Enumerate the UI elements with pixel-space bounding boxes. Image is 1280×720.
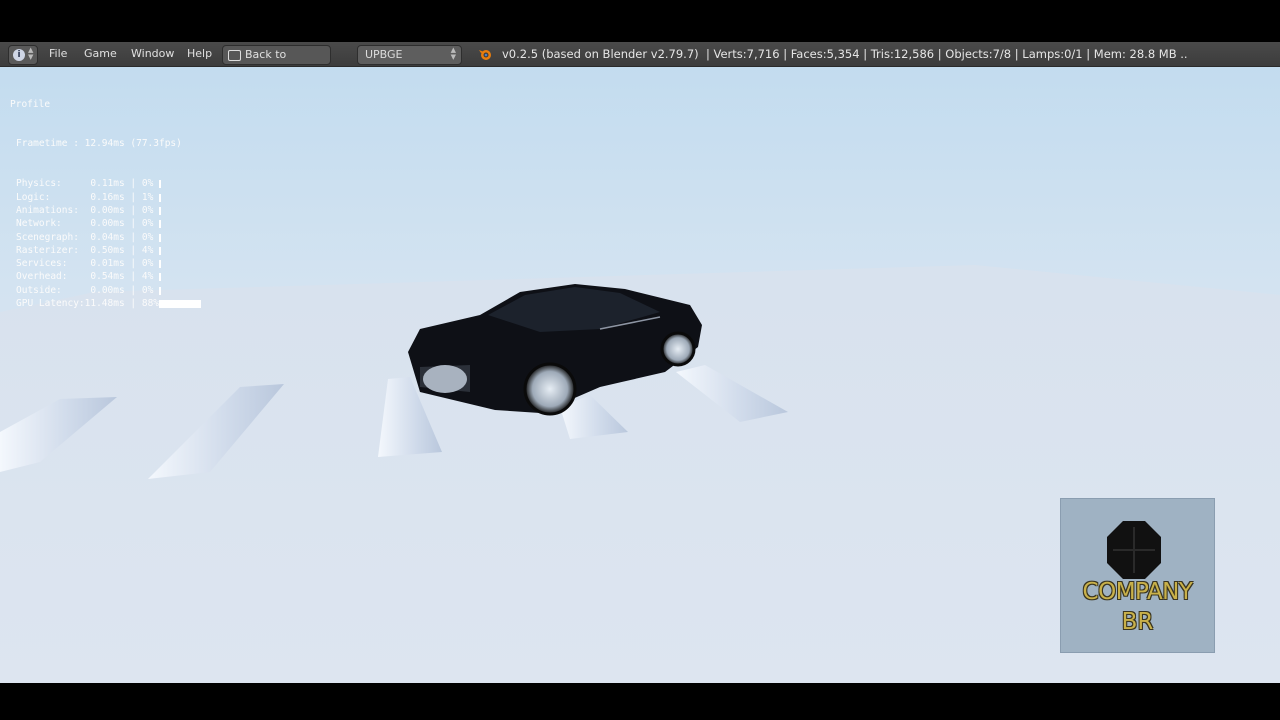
bottom-letterbox — [0, 683, 1280, 720]
profile-row: Logic: 0.16ms | 1% — [10, 191, 182, 204]
version-text: v0.2.5 (based on Blender v2.79.7) — [502, 47, 699, 61]
profile-row-label: Physics: — [16, 178, 62, 190]
profile-row-gap — [50, 192, 90, 203]
profile-overlay: Profile Frametime : 12.94ms (77.3fps) Ph… — [10, 71, 201, 337]
frametime-text: Frametime : 12.94ms (77.3fps) — [16, 138, 182, 150]
profile-row-gap — [79, 232, 90, 243]
profile-row-separator: | — [124, 284, 142, 296]
profile-row: Scenegraph: 0.04ms | 0% — [10, 231, 182, 244]
profile-row-label: Services: — [16, 258, 68, 270]
profile-row-gap — [67, 271, 90, 282]
menu-window[interactable]: Window — [131, 42, 174, 66]
back-to-previous-button[interactable]: Back to Previous — [222, 45, 331, 79]
profile-row-bar — [159, 286, 161, 295]
profile-row-bar — [159, 206, 161, 215]
profile-row: GPU Latency:11.48ms | 88% — [10, 297, 201, 310]
profile-row-label: Rasterizer: — [16, 244, 79, 256]
logo-text-line2: BR — [1121, 609, 1154, 635]
profile-row-separator: | — [124, 191, 142, 203]
profile-row: Outside: 0.00ms | 0% — [10, 284, 182, 297]
scene-stats: v0.2.5 (based on Blender v2.79.7) | Vert… — [502, 42, 1188, 66]
profile-row-percent: 0% — [141, 231, 154, 243]
profile-row-gap — [62, 218, 91, 229]
profile-rows: Physics: 0.11ms | 0% Logic: 0.16ms | 1% An… — [10, 177, 201, 310]
profile-row: Network: 0.00ms | 0% — [10, 217, 182, 230]
profile-row: Overhead: 0.54ms | 4% — [10, 270, 182, 283]
profile-row-percent: 0% — [141, 178, 154, 190]
profile-row-gap — [62, 285, 91, 296]
profile-row-separator: | — [124, 244, 142, 256]
profile-row-time: 0.00ms — [90, 218, 125, 230]
profile-row-percent: 4% — [141, 271, 154, 283]
profile-row-label: Outside: — [16, 284, 62, 296]
profile-row-time: 0.00ms — [90, 284, 125, 296]
profile-row-separator: | — [124, 218, 142, 230]
profile-row-gap — [67, 258, 90, 269]
profile-row-percent: 1% — [141, 191, 154, 203]
profile-row: Physics: 0.11ms | 0% — [10, 177, 182, 190]
menu-game[interactable]: Game — [84, 42, 117, 66]
profile-row-bar — [159, 233, 161, 242]
top-letterbox — [0, 0, 1280, 42]
profile-row-bar — [159, 300, 201, 309]
profile-row-gap — [79, 245, 90, 256]
profile-row-time: 11.48ms — [84, 298, 125, 310]
game-viewport[interactable]: Profile Frametime : 12.94ms (77.3fps) Ph… — [0, 67, 1280, 683]
profile-row-percent: 4% — [141, 244, 154, 256]
profile-row-time: 0.00ms — [90, 204, 125, 216]
profile-row-bar — [159, 220, 161, 229]
logo-text-line1: COMPANY — [1082, 579, 1193, 605]
profile-row-label: Network: — [16, 218, 62, 230]
company-logo: COMPANY BR — [1060, 498, 1215, 653]
octagon-logo-icon — [1107, 521, 1161, 579]
stats-text: | Verts:7,716 | Faces:5,354 | Tris:12,58… — [705, 47, 1188, 61]
profile-row: Animations: 0.00ms | 0% — [10, 204, 182, 217]
profile-row-percent: 0% — [141, 218, 154, 230]
profile-row-label: Scenegraph: — [16, 231, 79, 243]
up-down-arrows-icon: ▲ ▼ — [450, 46, 456, 61]
profile-row-bar — [159, 273, 161, 282]
profile-row-separator: | — [124, 298, 142, 310]
profile-row-gap — [62, 178, 91, 189]
profile-row-separator: | — [124, 178, 142, 190]
profile-row-time: 0.54ms — [90, 271, 125, 283]
profile-title: Profile — [10, 98, 51, 110]
up-down-arrows-icon: ▲ ▼ — [28, 46, 34, 61]
profile-row-bar — [159, 180, 161, 189]
profile-row-bar — [159, 193, 161, 202]
profile-row-time: 0.11ms — [90, 178, 125, 190]
profile-row-bar — [159, 260, 161, 269]
profile-row-label: GPU Latency: — [16, 298, 85, 310]
profile-row-label: Overhead: — [16, 271, 68, 283]
profile-row-time: 0.50ms — [90, 244, 125, 256]
profile-row-label: Logic: — [16, 191, 51, 203]
profile-row: Rasterizer: 0.50ms | 4% — [10, 244, 182, 257]
menu-help[interactable]: Help — [187, 42, 212, 66]
render-engine-select[interactable]: UPBGE ▲ ▼ — [357, 45, 462, 65]
profile-row-separator: | — [124, 231, 142, 243]
profile-row: Services: 0.01ms | 0% — [10, 257, 182, 270]
profile-row-percent: 0% — [141, 204, 154, 216]
profile-row-percent: 0% — [141, 284, 154, 296]
blender-logo-icon — [479, 50, 491, 60]
profile-row-separator: | — [124, 258, 142, 270]
profile-row-time: 0.16ms — [90, 191, 125, 203]
profile-row-label: Animations: — [16, 204, 79, 216]
profile-row-bar — [159, 246, 161, 255]
profile-row-percent: 0% — [141, 258, 154, 270]
render-engine-value: UPBGE — [365, 48, 403, 61]
menu-file[interactable]: File — [49, 42, 67, 66]
menu-bar: i ▲▼ File Game Window Help Back to Previ… — [0, 42, 1280, 79]
profile-row-time: 0.04ms — [90, 231, 125, 243]
profile-row-separator: | — [124, 204, 142, 216]
profile-row-time: 0.01ms — [90, 258, 125, 270]
profile-row-separator: | — [124, 271, 142, 283]
screen-back-icon — [228, 50, 241, 61]
info-icon: i — [13, 49, 25, 61]
editor-type-button[interactable]: i ▲ ▼ — [8, 45, 38, 65]
profile-row-gap — [79, 205, 90, 216]
profile-row-percent: 88% — [141, 298, 160, 310]
